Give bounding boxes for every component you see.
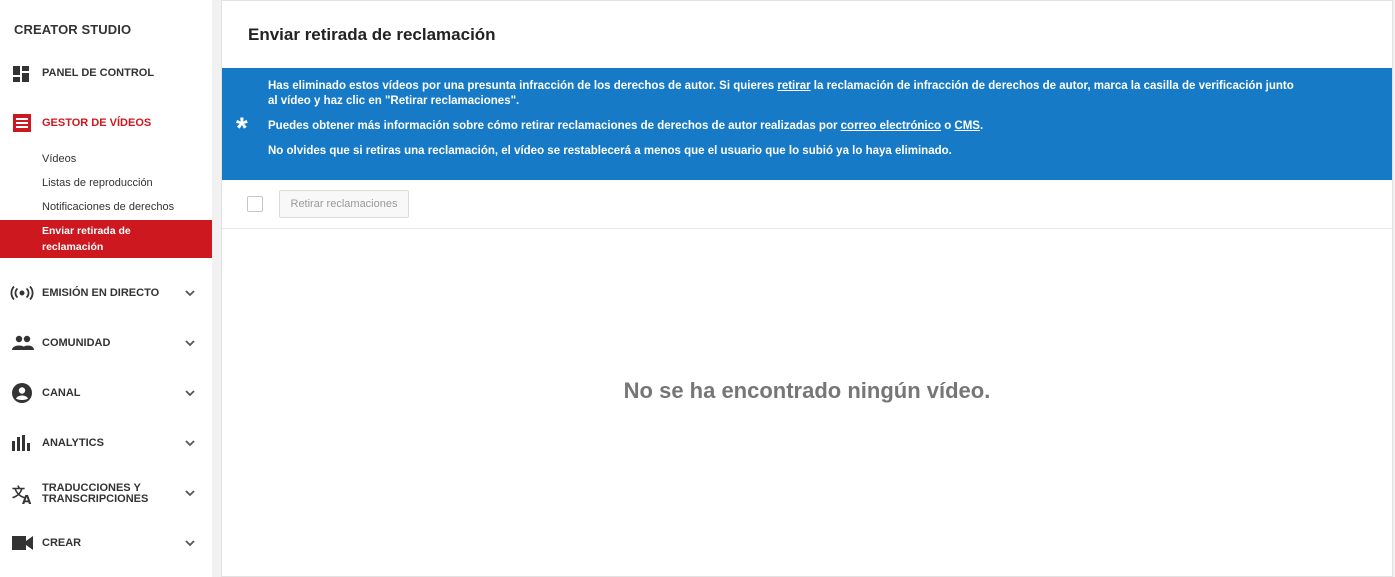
info-line-3: Puedes obtener más información sobre cóm…	[268, 119, 983, 134]
nav-create[interactable]: CREAR	[0, 528, 212, 558]
asterisk-icon: *	[236, 112, 248, 145]
chevron-down-icon	[185, 290, 195, 297]
email-link[interactable]: correo electrónico	[841, 120, 941, 132]
retract-claims-button[interactable]: Retirar reclamaciones	[279, 190, 409, 218]
nav-video-manager-label: GESTOR DE VÍDEOS	[42, 116, 152, 129]
creator-studio-title: CREATOR STUDIO	[14, 22, 132, 37]
sub-item-videos[interactable]: Vídeos	[42, 153, 76, 165]
nav-create-label: CREAR	[42, 536, 82, 549]
dashboard-icon	[0, 58, 42, 88]
info-line-1: Has eliminado estos vídeos por una presu…	[268, 79, 1294, 94]
info-text: o	[941, 120, 955, 132]
sub-item-claim-retraction[interactable]: Enviar retirada de reclamación	[0, 220, 212, 258]
nav-translations[interactable]: 文 A TRADUCCIONES Y TRANSCRIPCIONES	[0, 478, 212, 510]
sub-item-playlists[interactable]: Listas de reproducción	[42, 177, 153, 189]
sub-item-rights-notifications[interactable]: Notificaciones de derechos	[42, 201, 174, 213]
main-panel: Enviar retirada de reclamación * Has eli…	[221, 0, 1393, 577]
svg-text:A: A	[22, 493, 32, 505]
nav-live-label: EMISIÓN EN DIRECTO	[42, 286, 160, 299]
video-manager-icon	[0, 108, 42, 138]
info-text: Has eliminado estos vídeos por una presu…	[268, 80, 778, 92]
live-broadcast-icon	[0, 278, 42, 308]
info-line-2: al vídeo y haz clic en "Retirar reclamac…	[268, 95, 520, 107]
nav-translations-label-line2: TRANSCRIPCIONES	[42, 493, 149, 505]
bar-chart-icon	[0, 428, 42, 458]
nav-live[interactable]: EMISIÓN EN DIRECTO	[0, 278, 212, 308]
nav-translations-label: TRADUCCIONES Y TRANSCRIPCIONES	[42, 483, 148, 505]
retract-link[interactable]: retirar	[777, 80, 810, 92]
nav-channel-label: CANAL	[42, 386, 81, 399]
info-text: la reclamación de infracción de derechos…	[810, 80, 1294, 92]
nav-analytics-label: ANALYTICS	[42, 436, 104, 449]
nav-community[interactable]: COMUNIDAD	[0, 328, 212, 358]
chevron-down-icon	[185, 540, 195, 547]
nav-dashboard[interactable]: PANEL DE CONTROL	[0, 58, 212, 88]
sidebar: CREATOR STUDIO PANEL DE CONTROL GESTOR D…	[0, 0, 212, 577]
nav-dashboard-label: PANEL DE CONTROL	[42, 66, 155, 79]
cms-link[interactable]: CMS	[954, 120, 980, 132]
chevron-down-icon	[185, 440, 195, 447]
empty-state-message: No se ha encontrado ningún vídeo.	[623, 378, 991, 403]
select-all-checkbox[interactable]	[247, 196, 263, 212]
nav-channel[interactable]: CANAL	[0, 378, 212, 408]
account-circle-icon	[0, 378, 42, 408]
chevron-down-icon	[185, 390, 195, 397]
sub-item-claim-retraction-label: Enviar retirada de reclamación	[42, 225, 131, 253]
nav-analytics[interactable]: ANALYTICS	[0, 428, 212, 458]
action-toolbar: Retirar reclamaciones	[222, 180, 1392, 229]
page-title: Enviar retirada de reclamación	[248, 25, 496, 44]
info-banner: * Has eliminado estos vídeos por una pre…	[222, 68, 1392, 180]
info-text: Puedes obtener más información sobre cóm…	[268, 120, 841, 132]
translate-icon: 文 A	[0, 479, 42, 509]
chevron-down-icon	[185, 490, 195, 497]
community-icon	[0, 328, 42, 358]
nav-video-manager[interactable]: GESTOR DE VÍDEOS	[0, 108, 212, 138]
video-camera-icon	[0, 528, 42, 558]
chevron-down-icon	[185, 340, 195, 347]
info-line-4: No olvides que si retiras una reclamació…	[268, 145, 952, 157]
info-text: .	[979, 120, 984, 132]
nav-community-label: COMUNIDAD	[42, 336, 111, 349]
